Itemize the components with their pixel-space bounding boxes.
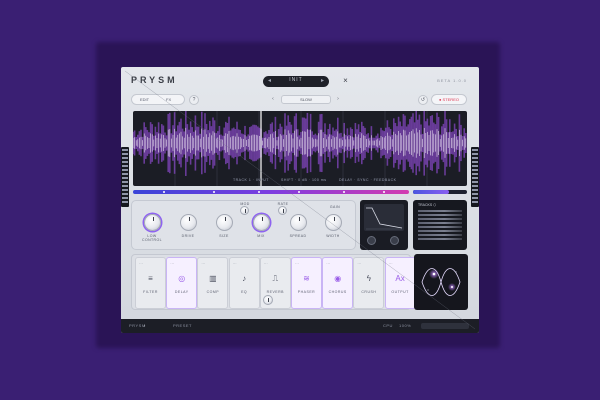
tracks-rows — [418, 210, 462, 242]
module-icon: ◉ — [334, 274, 342, 283]
knob-low-control[interactable] — [144, 214, 161, 231]
module-icon: ⎍ — [272, 274, 279, 283]
module-label: REVERB — [266, 290, 284, 294]
module-label: CHORUS — [328, 290, 347, 294]
knob-panel: LOW CONTROL DRIVE SIZE MOD MIX RATE SPRE… — [131, 200, 356, 250]
scope-trace — [366, 207, 403, 230]
bulb-icon[interactable]: ♀ — [143, 323, 147, 328]
module-output[interactable]: ⋯ Ax OUTPUT — [384, 257, 416, 309]
input-meter — [121, 147, 129, 207]
module-icon: Ax — [395, 274, 405, 283]
version-label: BETA 1.0.0 — [437, 78, 467, 83]
position-slider[interactable] — [413, 190, 467, 194]
mode-edit-label[interactable]: EDIT — [140, 97, 149, 102]
module-menu-icon[interactable]: ⋯ — [264, 261, 268, 266]
footer-bar: PRYSM ♀ PRESET CPU 100% — [121, 319, 479, 333]
output-meter — [471, 147, 479, 207]
knob-label: LOW CONTROL — [142, 234, 162, 242]
footer-output-meter — [421, 323, 469, 329]
small-knob-label: MOD — [240, 202, 250, 206]
module-chorus[interactable]: ⋯ ◉ CHORUS — [322, 257, 354, 309]
module-comp[interactable]: ⋯ ▥ COMP — [197, 257, 229, 309]
speed-selector[interactable]: SLOW — [281, 95, 331, 104]
module-menu-icon[interactable]: ⋯ — [326, 261, 330, 266]
tracks-panel: TRACKS ⬡ — [413, 200, 467, 250]
module-menu-icon[interactable]: ⋯ — [295, 261, 299, 266]
scope-knob-right[interactable] — [390, 236, 399, 245]
sequence-bar[interactable] — [133, 190, 409, 194]
scope-knob-left[interactable] — [367, 236, 376, 245]
waveform-label-2: SHIFT · 0 dB · 100 ms — [281, 178, 327, 182]
footer-preset-label[interactable]: PRESET — [173, 323, 192, 328]
module-label: PHASER — [297, 290, 316, 294]
scope-screen — [364, 204, 404, 231]
module-menu-icon[interactable]: ⋯ — [233, 261, 237, 266]
reset-icon[interactable]: ↺ — [418, 95, 428, 105]
small-knob-label: RATE — [277, 202, 289, 206]
selector-next-icon[interactable]: › — [333, 95, 343, 105]
module-center-knob[interactable] — [263, 295, 273, 305]
help-icon[interactable]: ? — [189, 95, 199, 105]
stereo-button[interactable]: ● STEREO — [431, 94, 467, 105]
module-menu-icon[interactable]: ⋯ — [201, 261, 205, 266]
lfo-display[interactable] — [414, 254, 468, 310]
knob-spread[interactable] — [290, 214, 307, 231]
waveform-label-1: TRACK 1 · INPUT — [233, 178, 269, 182]
knob-label: GAIN — [329, 205, 341, 209]
module-menu-icon[interactable]: ⋯ — [389, 261, 393, 266]
knob-label: MIX — [257, 234, 265, 238]
module-delay[interactable]: ⋯ ◎ DELAY — [166, 257, 198, 309]
module-filter[interactable]: ⋯ ≡ FILTER — [135, 257, 166, 309]
module-menu-icon[interactable]: ⋯ — [357, 261, 361, 266]
module-label: DELAY — [174, 290, 189, 294]
knob-label: SPREAD — [289, 234, 307, 238]
preset-name: INIT — [289, 77, 303, 83]
module-label: COMP — [206, 290, 220, 294]
module-icon: ≡ — [148, 274, 153, 283]
module-crush[interactable]: ⋯ ϟ CRUSH — [353, 257, 385, 309]
selector-prev-icon[interactable]: ‹ — [268, 95, 278, 105]
logo: PRYSM — [131, 75, 178, 85]
module-label: EQ — [241, 290, 248, 294]
module-icon: ♪ — [242, 274, 247, 283]
module-icon: ▥ — [209, 274, 217, 283]
module-label: CRUSH — [361, 290, 377, 294]
module-menu-icon[interactable]: ⋯ — [170, 261, 174, 266]
module-icon: ◎ — [178, 274, 186, 283]
knob-drive[interactable] — [180, 214, 197, 231]
plugin-window: PRYSM ◂ INIT ▸ × BETA 1.0.0 EDIT FX ? ‹ … — [121, 67, 479, 333]
waveform-label-3: DELAY · SYNC · FEEDBACK — [339, 178, 397, 182]
module-icon: ϟ — [366, 274, 371, 283]
module-label: OUTPUT — [391, 290, 409, 294]
knob-size[interactable] — [216, 214, 233, 231]
knob-rate[interactable] — [278, 206, 287, 215]
mode-toggle[interactable]: EDIT FX — [131, 94, 185, 105]
knob-mix[interactable] — [253, 214, 270, 231]
footer-cpu-label: CPU — [383, 323, 393, 328]
next-preset-icon[interactable]: ▸ — [321, 77, 324, 84]
module-menu-icon[interactable]: ⋯ — [139, 261, 143, 266]
module-phaser[interactable]: ⋯ ≋ PHASER — [291, 257, 322, 309]
module-icon: ≋ — [303, 274, 310, 283]
knob-label: SIZE — [219, 234, 229, 238]
preset-selector[interactable]: ◂ INIT ▸ — [263, 76, 329, 87]
module-strip: ⋯ ≡ FILTER ⋯ ◎ DELAY ⋯ ▥ COMP ⋯ ♪ EQ ⋯ ⎍ REVERB ⋯ ≋ PHASE… — [131, 254, 416, 310]
tracks-title: TRACKS ⬡ — [418, 203, 437, 207]
scope-panel — [360, 200, 408, 250]
knob-label: DRIVE — [181, 234, 195, 238]
mode-fx-label[interactable]: FX — [166, 97, 171, 102]
knob-label: WIDTH — [326, 234, 340, 238]
waveform-graphic — [133, 111, 467, 186]
footer-zoom-label[interactable]: 100% — [399, 323, 411, 328]
waveform-display[interactable]: TRACK 1 · INPUT SHIFT · 0 dB · 100 ms DE… — [133, 111, 467, 186]
knob-mod[interactable] — [240, 206, 249, 215]
module-eq[interactable]: ⋯ ♪ EQ — [228, 257, 260, 309]
module-label: FILTER — [143, 290, 158, 294]
knob-width[interactable] — [325, 214, 342, 231]
close-icon[interactable]: × — [341, 76, 350, 86]
lfo-graphic — [421, 268, 461, 296]
